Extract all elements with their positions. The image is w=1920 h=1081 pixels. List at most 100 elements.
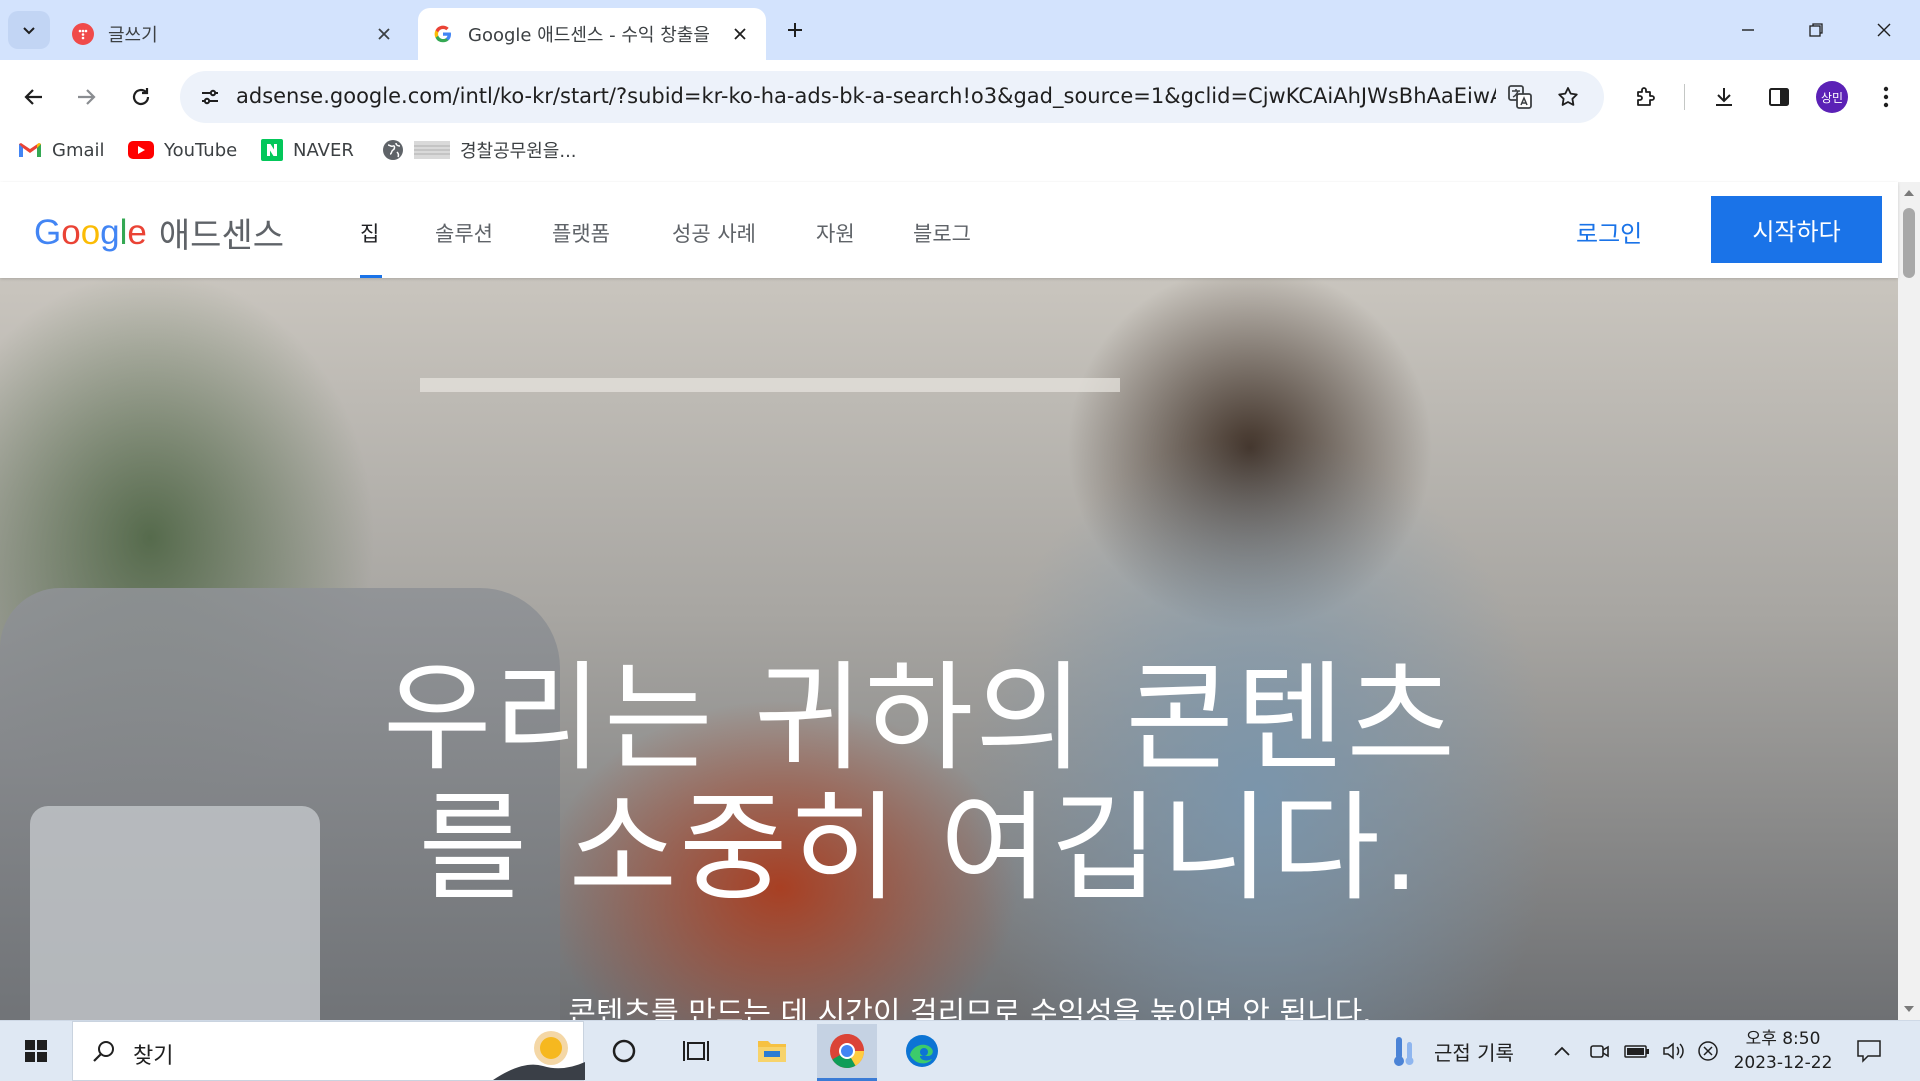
nav-success-stories[interactable]: 성공 사례 [672, 218, 756, 248]
folder-icon [758, 1041, 786, 1062]
downloads-button[interactable] [1704, 77, 1744, 117]
tab-search-button[interactable] [8, 11, 50, 49]
search-icon [93, 1041, 114, 1062]
bookmark-youtube[interactable]: YouTube [128, 130, 237, 170]
notification-icon [1857, 1040, 1881, 1063]
volume-button[interactable] [1662, 1021, 1686, 1081]
weather-label: 근접 기록 [1434, 1040, 1514, 1065]
hero-heading-line: 를 소중히 여깁니다. [418, 779, 1422, 917]
minimize-button[interactable] [1718, 10, 1778, 50]
windows-taskbar: 찾기 근접 기록 오후 8:50 2023-12-22 [0, 1020, 1920, 1081]
side-panel-button[interactable] [1759, 77, 1799, 117]
side-panel-icon [1769, 88, 1789, 106]
site-info-button[interactable] [190, 77, 230, 117]
nav-platform[interactable]: 플랫폼 [552, 218, 610, 248]
naver-icon [261, 139, 283, 161]
task-view-icon [683, 1041, 709, 1061]
youtube-icon [128, 141, 154, 159]
star-icon [1558, 87, 1578, 106]
reload-icon [132, 88, 150, 106]
edge-taskbar-button[interactable] [892, 1027, 952, 1075]
battery-indicator[interactable] [1624, 1021, 1650, 1081]
hero-background-shelf [420, 378, 1120, 392]
windows-logo-icon [25, 1040, 47, 1062]
close-window-button[interactable] [1854, 10, 1914, 50]
logo-letter: o [61, 212, 81, 252]
taskbar-search-box[interactable]: 찾기 [72, 1021, 585, 1081]
search-placeholder: 찾기 [133, 1044, 174, 1069]
hero-subtitle: 콘텐츠를 만드는 데 시간이 걸리므로 수익성을 높이면 안 됩니다. [568, 996, 1372, 1020]
bookmark-naver[interactable]: NAVER [261, 130, 354, 170]
tune-icon [202, 89, 218, 105]
no-network-icon [1698, 1041, 1718, 1061]
notifications-button[interactable] [1856, 1021, 1882, 1081]
start-button[interactable] [6, 1027, 66, 1075]
speaker-icon [1663, 1042, 1684, 1060]
puzzle-icon [1637, 87, 1655, 106]
file-explorer-button[interactable] [742, 1027, 802, 1075]
address-bar[interactable]: adsense.google.com/intl/ko-kr/start/?sub… [180, 71, 1604, 123]
chrome-icon [830, 1034, 864, 1068]
get-started-button[interactable]: 시작하다 [1711, 196, 1882, 263]
adsense-logo[interactable]: Google 애드센스 [34, 208, 284, 257]
chevron-up-icon [1554, 1046, 1570, 1056]
bookmark-star-button[interactable] [1548, 77, 1588, 117]
gmail-icon [18, 141, 42, 159]
task-view-button[interactable] [594, 1027, 654, 1075]
bookmark-gmail[interactable]: Gmail [18, 130, 105, 170]
bookmark-label: YouTube [164, 139, 238, 161]
nav-solutions[interactable]: 솔루션 [435, 218, 493, 248]
product-name: 애드센스 [158, 217, 285, 255]
browser-menu-button[interactable] [1866, 77, 1906, 117]
scroll-down-icon[interactable] [1904, 1006, 1914, 1012]
globe-icon [382, 139, 404, 161]
task-view-icon-button[interactable] [666, 1027, 726, 1075]
url-text[interactable]: adsense.google.com/intl/ko-kr/start/?sub… [236, 84, 1496, 108]
profile-button[interactable]: 상민 [1812, 77, 1852, 117]
translate-button[interactable] [1500, 77, 1540, 117]
logo-letter: o [80, 212, 101, 252]
restore-icon [1809, 23, 1823, 37]
forward-button[interactable] [66, 77, 106, 117]
close-tab-icon[interactable] [372, 22, 396, 46]
clock-time: 오후 8:50 [1745, 1029, 1821, 1049]
translate-icon [1508, 85, 1532, 109]
page-scrollbar[interactable] [1898, 182, 1920, 1020]
nav-blog[interactable]: 블로그 [913, 218, 971, 248]
browser-tab-strip: 글쓰기 Google 애드센스 - 수익 창출을 [0, 0, 1920, 60]
more-vertical-icon [1883, 86, 1889, 108]
new-tab-button[interactable] [780, 15, 810, 45]
tab-adsense[interactable]: Google 애드센스 - 수익 창출을 [418, 8, 766, 60]
extensions-button[interactable] [1625, 77, 1665, 117]
arrow-left-icon [24, 89, 42, 105]
reload-button[interactable] [121, 77, 161, 117]
cortana-circle-icon [612, 1039, 636, 1063]
scrollbar-thumb[interactable] [1903, 208, 1915, 278]
tistory-favicon-icon [72, 23, 94, 45]
meet-now-button[interactable] [1589, 1021, 1611, 1081]
scroll-up-icon[interactable] [1904, 190, 1914, 196]
network-status[interactable] [1697, 1021, 1719, 1081]
hero-background-laptop [30, 806, 320, 1020]
weather-widget[interactable]: 근접 기록 [1390, 1021, 1514, 1081]
download-icon [1716, 88, 1732, 106]
logo-letter: e [127, 212, 147, 252]
close-tab-icon[interactable] [728, 22, 752, 46]
login-link[interactable]: 로그인 [1576, 214, 1642, 249]
taskbar-clock[interactable]: 오후 8:50 2023-12-22 [1728, 1027, 1838, 1075]
nav-active-indicator [360, 275, 382, 278]
back-button[interactable] [14, 77, 54, 117]
nav-home[interactable]: 집 [360, 218, 379, 248]
nav-resources[interactable]: 자원 [816, 218, 855, 248]
blurred-favicon-icon [414, 141, 450, 159]
show-hidden-icons-button[interactable] [1553, 1021, 1571, 1081]
bookmark-label: NAVER [293, 139, 354, 161]
chrome-taskbar-button[interactable] [817, 1024, 877, 1081]
avatar: 상민 [1816, 81, 1848, 113]
tab-title: Google 애드센스 - 수익 창출을 [468, 25, 710, 46]
bookmark-label: Gmail [52, 139, 105, 161]
bookmark-police-exam[interactable]: 경찰공무원을... [382, 130, 577, 170]
tab-writing[interactable]: 글쓰기 [56, 8, 410, 60]
battery-icon [1624, 1045, 1649, 1058]
restore-button[interactable] [1786, 10, 1846, 50]
